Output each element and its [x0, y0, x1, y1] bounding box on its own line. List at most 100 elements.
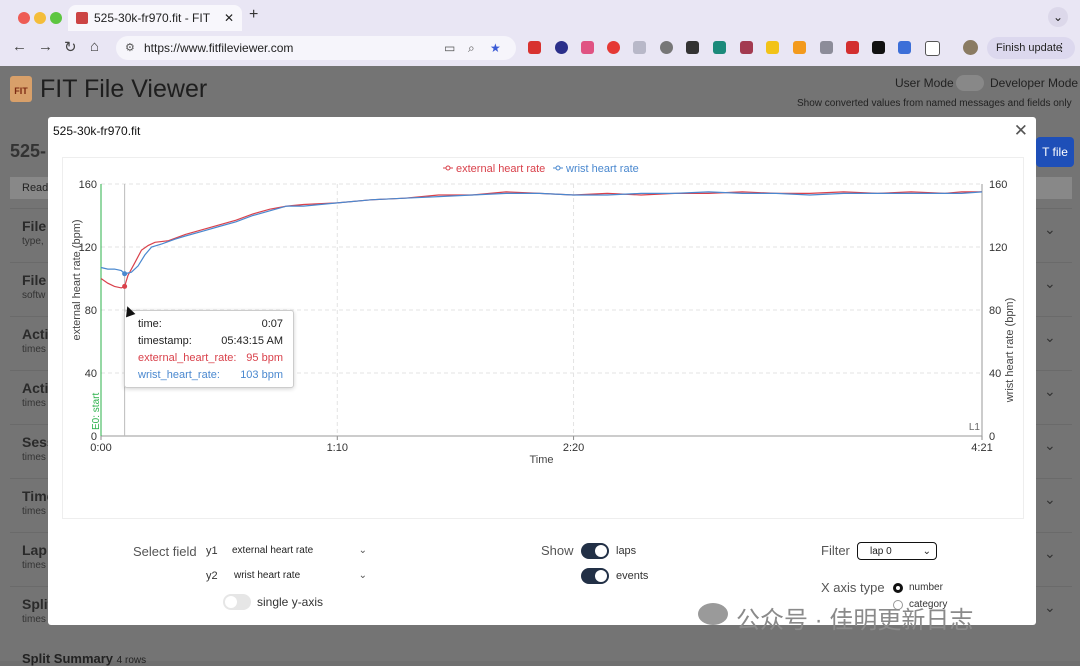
home-icon[interactable]: ⌂ — [90, 38, 99, 55]
y1-select[interactable]: external heart rate⌄ — [232, 542, 367, 560]
profile-avatar[interactable] — [963, 40, 978, 55]
y2-value: wrist heart rate — [234, 570, 300, 581]
legend-label: external heart rate — [456, 163, 545, 175]
mode-toggle[interactable] — [956, 75, 984, 91]
series-line — [101, 192, 982, 288]
tab-search-chevron-icon[interactable]: ⌄ — [1048, 7, 1068, 27]
toggle-knob — [225, 596, 237, 608]
chevron-down-icon[interactable]: ⌄ — [1044, 329, 1056, 346]
section-sub: type, — [22, 236, 44, 247]
extension-icon[interactable] — [660, 41, 673, 54]
y-left-tick-label: 160 — [79, 179, 97, 191]
extension-icon[interactable] — [846, 41, 859, 54]
qr-code-icon[interactable] — [686, 41, 699, 54]
y-left-tick-label: 40 — [85, 368, 97, 380]
toggle-knob — [595, 570, 607, 582]
extension-icon[interactable] — [581, 41, 594, 54]
laps-toggle[interactable] — [581, 543, 609, 559]
chevron-down-icon[interactable]: ⌄ — [1044, 437, 1056, 454]
single-y-axis-toggle[interactable] — [223, 594, 251, 610]
laps-label: laps — [616, 545, 636, 557]
chevron-down-icon: ⌄ — [923, 543, 931, 561]
single-y-axis-label: single y-axis — [257, 595, 323, 609]
adblock-icon[interactable] — [607, 41, 620, 54]
modal-title: 525-30k-fr970.fit — [53, 124, 140, 138]
chevron-down-icon[interactable]: ⌄ — [1044, 383, 1056, 400]
events-label: events — [616, 570, 648, 582]
watermark: 公众号 · 佳明更新日志 — [736, 600, 973, 635]
extension-icon[interactable] — [528, 41, 541, 54]
finish-update-button[interactable]: Finish update ⋮ — [987, 37, 1075, 59]
tooltip-ext-label: external_heart_rate: — [138, 352, 236, 364]
y-right-tick-label: 160 — [989, 179, 1007, 191]
legend-swatch-dot — [446, 166, 450, 170]
rss-icon[interactable] — [793, 41, 806, 54]
chevron-down-icon[interactable]: ⌄ — [1044, 221, 1056, 238]
developer-mode-label: Developer Mode — [990, 76, 1078, 90]
forward-icon[interactable]: → — [38, 38, 53, 55]
extension-icon[interactable] — [555, 41, 568, 54]
site-settings-icon[interactable]: ⚙ — [125, 36, 135, 60]
app-title: FIT File Viewer — [40, 75, 207, 104]
close-icon[interactable]: ✕ — [1014, 121, 1028, 141]
section-sub: times — [22, 560, 46, 571]
toggle-knob — [595, 545, 607, 557]
reload-icon[interactable]: ↻ — [64, 38, 77, 56]
tooltip-ext-value: 95 bpm — [246, 352, 283, 364]
extension-icon[interactable] — [820, 41, 833, 54]
translate-icon[interactable] — [898, 41, 911, 54]
address-bar[interactable]: ⚙ https://www.fitfileviewer.com ▭ ⌕ ★ — [116, 36, 516, 60]
browser-tab[interactable]: 525-30k-fr970.fit - FIT File V ✕ — [68, 5, 242, 31]
tab-close-icon[interactable]: ✕ — [224, 5, 234, 31]
new-tab-button[interactable]: + — [249, 6, 258, 24]
chevron-down-icon[interactable]: ⌄ — [1044, 275, 1056, 292]
extension-icon[interactable] — [633, 41, 646, 54]
lap-marker-label: L1 — [969, 422, 981, 433]
bookmark-star-icon[interactable]: ★ — [490, 36, 501, 60]
y1-label: y1 — [206, 545, 218, 557]
number-radio[interactable] — [893, 583, 903, 593]
x-tick-label: 1:10 — [327, 442, 348, 454]
zoom-icon[interactable]: ⌕ — [468, 36, 475, 60]
section-sub: softw — [22, 290, 45, 301]
chevron-down-icon[interactable]: ⌄ — [1044, 491, 1056, 508]
mode-description: Show converted values from named message… — [797, 98, 1072, 109]
highlight-point — [122, 284, 127, 289]
tooltip-wrist-value: 103 bpm — [240, 369, 283, 381]
install-app-icon[interactable]: ▭ — [444, 36, 455, 60]
tab-title: 525-30k-fr970.fit - FIT File V — [94, 5, 214, 31]
x-tick-label: 0:00 — [90, 442, 111, 454]
browser-chrome: 525-30k-fr970.fit - FIT File V ✕ + ⌄ ← →… — [0, 0, 1080, 66]
y-right-tick-label: 40 — [989, 368, 1001, 380]
chevron-down-icon: ⌄ — [359, 542, 367, 560]
y-right-tick-label: 80 — [989, 305, 1001, 317]
split-summary-title: Split Summary — [22, 651, 113, 666]
extension-icon[interactable] — [740, 41, 753, 54]
filter-select[interactable]: lap 0 ⌄ — [857, 542, 937, 560]
extension-icon[interactable] — [713, 41, 726, 54]
tooltip-timestamp-value: 05:43:15 AM — [221, 335, 283, 347]
legend-label: wrist heart rate — [565, 163, 639, 175]
chevron-down-icon[interactable]: ⌄ — [1044, 599, 1056, 616]
x-tick-label: 2:20 — [563, 442, 584, 454]
tooltip-time-value: 0:07 — [262, 318, 283, 330]
close-window-icon[interactable] — [18, 12, 30, 24]
tooltip-timestamp-label: timestamp: — [138, 335, 192, 347]
chevron-down-icon[interactable]: ⌄ — [1044, 545, 1056, 562]
maximize-window-icon[interactable] — [50, 12, 62, 24]
user-mode-label: User Mode — [895, 76, 954, 90]
y2-select[interactable]: wrist heart rate⌄ — [234, 567, 367, 585]
section-sub: times — [22, 506, 46, 517]
browser-menu-icon[interactable]: ⋮ — [1056, 37, 1067, 59]
events-toggle[interactable] — [581, 568, 609, 584]
open-file-button[interactable]: T file — [1036, 137, 1074, 167]
extension-icon[interactable] — [872, 41, 885, 54]
extension-icon[interactable] — [766, 41, 779, 54]
back-icon[interactable]: ← — [12, 38, 27, 55]
read-tab[interactable]: Read — [10, 177, 50, 199]
series-line — [101, 192, 982, 274]
y-right-axis-label: wrist heart rate (bpm) — [1004, 298, 1016, 404]
extensions-puzzle-icon[interactable] — [925, 41, 940, 56]
filter-value: lap 0 — [870, 546, 892, 557]
minimize-window-icon[interactable] — [34, 12, 46, 24]
